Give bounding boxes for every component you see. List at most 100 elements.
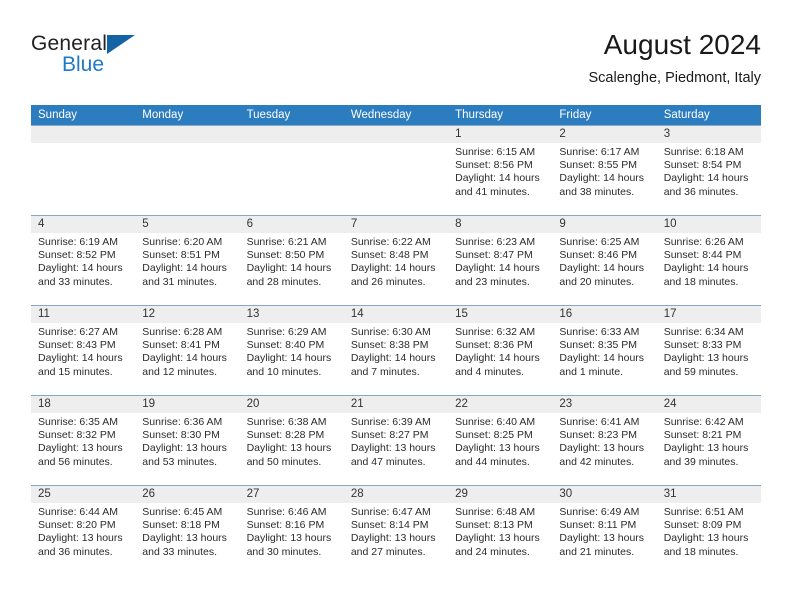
calendar-day-cell[interactable]: 10 Sunrise: 6:26 AM Sunset: 8:44 PM Dayl… [656,216,761,305]
daylight-text-line1: Daylight: 13 hours [350,442,436,455]
calendar-day-cell[interactable]: 12 Sunrise: 6:28 AM Sunset: 8:41 PM Dayl… [135,306,240,395]
daylight-text-line2: and 38 minutes. [559,185,635,198]
calendar-day-cell[interactable]: 7 Sunrise: 6:22 AM Sunset: 8:48 PM Dayli… [343,216,449,305]
calendar-day-cell[interactable]: 22 Sunrise: 6:40 AM Sunset: 8:25 PM Dayl… [448,396,553,485]
calendar-day-cell[interactable]: 9 Sunrise: 6:25 AM Sunset: 8:46 PM Dayli… [552,216,657,305]
daylight-text-line2: and 47 minutes. [350,455,426,468]
day-number-band: 17 [656,306,761,323]
calendar-day-cell[interactable]: 16 Sunrise: 6:33 AM Sunset: 8:35 PM Dayl… [552,306,657,395]
daylight-text-line1: Daylight: 13 hours [455,442,540,455]
calendar-page: General Blue August 2024 Scalenghe, Pied… [0,0,792,612]
day-details: Sunrise: 6:32 AM Sunset: 8:36 PM Dayligh… [448,323,552,379]
day-number: 22 [455,398,468,410]
calendar-day-cell[interactable] [343,126,449,215]
day-number-band: 22 [448,396,553,413]
daylight-text-line2: and 15 minutes. [38,365,113,378]
sunset-text: Sunset: 8:21 PM [663,429,742,442]
calendar-day-cell[interactable]: 4 Sunrise: 6:19 AM Sunset: 8:52 PM Dayli… [31,216,136,305]
day-number: 25 [38,488,51,500]
day-number-band: 12 [135,306,240,323]
day-number: 8 [455,218,462,230]
day-details [31,143,135,146]
calendar-day-cell[interactable]: 19 Sunrise: 6:36 AM Sunset: 8:30 PM Dayl… [135,396,240,485]
sunset-text: Sunset: 8:20 PM [38,519,116,532]
daylight-text-line2: and 12 minutes. [142,365,217,378]
daylight-text-line1: Daylight: 14 hours [246,352,332,365]
sunrise-text: Sunrise: 6:47 AM [350,506,431,518]
calendar-day-cell[interactable] [239,126,344,215]
daylight-text-line2: and 59 minutes. [663,365,739,378]
daylight-text-line1: Daylight: 13 hours [350,532,436,545]
sunset-text: Sunset: 8:36 PM [455,339,533,352]
calendar-day-cell[interactable]: 23 Sunrise: 6:41 AM Sunset: 8:23 PM Dayl… [552,396,657,485]
day-number-band: 24 [656,396,761,413]
calendar-day-cell[interactable]: 15 Sunrise: 6:32 AM Sunset: 8:36 PM Dayl… [448,306,553,395]
day-number: 18 [38,398,51,410]
day-number: 5 [142,218,149,230]
day-details: Sunrise: 6:36 AM Sunset: 8:30 PM Dayligh… [135,413,239,469]
weekday-header-sunday: Sunday [38,109,78,121]
calendar-day-cell[interactable]: 3 Sunrise: 6:18 AM Sunset: 8:54 PM Dayli… [656,126,761,215]
calendar-day-cell[interactable]: 14 Sunrise: 6:30 AM Sunset: 8:38 PM Dayl… [343,306,449,395]
sunrise-text: Sunrise: 6:40 AM [455,416,536,428]
day-details: Sunrise: 6:45 AM Sunset: 8:18 PM Dayligh… [135,503,239,559]
daylight-text-line1: Daylight: 13 hours [142,532,227,545]
daylight-text-line1: Daylight: 13 hours [38,532,123,545]
daylight-text-line2: and 10 minutes. [246,365,322,378]
daylight-text-line2: and 41 minutes. [455,185,530,198]
daylight-text-line2: and 24 minutes. [455,545,530,558]
calendar-day-cell[interactable]: 24 Sunrise: 6:42 AM Sunset: 8:21 PM Dayl… [656,396,761,485]
calendar-day-cell[interactable]: 21 Sunrise: 6:39 AM Sunset: 8:27 PM Dayl… [343,396,449,485]
calendar-day-cell[interactable]: 25 Sunrise: 6:44 AM Sunset: 8:20 PM Dayl… [31,486,136,575]
daylight-text-line1: Daylight: 14 hours [559,172,645,185]
calendar-day-cell[interactable]: 2 Sunrise: 6:17 AM Sunset: 8:55 PM Dayli… [552,126,657,215]
calendar-day-cell[interactable]: 20 Sunrise: 6:38 AM Sunset: 8:28 PM Dayl… [239,396,344,485]
day-number-band: 19 [135,396,240,413]
calendar-day-cell[interactable] [31,126,136,215]
day-number-band [239,126,344,143]
sunrise-text: Sunrise: 6:26 AM [663,236,744,248]
day-number-band [135,126,240,143]
calendar-day-cell[interactable]: 26 Sunrise: 6:45 AM Sunset: 8:18 PM Dayl… [135,486,240,575]
calendar-day-cell[interactable]: 30 Sunrise: 6:49 AM Sunset: 8:11 PM Dayl… [552,486,657,575]
daylight-text-line1: Daylight: 14 hours [350,352,436,365]
sunrise-text: Sunrise: 6:21 AM [246,236,327,248]
sunset-text: Sunset: 8:18 PM [142,519,220,532]
day-details: Sunrise: 6:49 AM Sunset: 8:11 PM Dayligh… [552,503,656,559]
day-number-band: 14 [343,306,449,323]
day-number: 26 [142,488,156,500]
calendar-day-cell[interactable]: 31 Sunrise: 6:51 AM Sunset: 8:09 PM Dayl… [656,486,761,575]
calendar-day-cell[interactable]: 11 Sunrise: 6:27 AM Sunset: 8:43 PM Dayl… [31,306,136,395]
calendar-day-cell[interactable]: 27 Sunrise: 6:46 AM Sunset: 8:16 PM Dayl… [239,486,344,575]
day-number-band: 1 [448,126,553,143]
calendar-day-cell[interactable]: 8 Sunrise: 6:23 AM Sunset: 8:47 PM Dayli… [448,216,553,305]
day-number-band: 4 [31,216,136,233]
sunset-text: Sunset: 8:52 PM [38,249,116,262]
daylight-text-line2: and 28 minutes. [246,275,322,288]
day-number-band: 3 [656,126,761,143]
day-details: Sunrise: 6:19 AM Sunset: 8:52 PM Dayligh… [31,233,135,289]
calendar-day-cell[interactable]: 13 Sunrise: 6:29 AM Sunset: 8:40 PM Dayl… [239,306,344,395]
day-details: Sunrise: 6:20 AM Sunset: 8:51 PM Dayligh… [135,233,239,289]
calendar-day-cell[interactable]: 1 Sunrise: 6:15 AM Sunset: 8:56 PM Dayli… [448,126,553,215]
day-number-band: 26 [135,486,240,503]
day-number: 16 [559,308,573,320]
day-number-band: 16 [552,306,657,323]
calendar-day-cell[interactable]: 17 Sunrise: 6:34 AM Sunset: 8:33 PM Dayl… [656,306,761,395]
day-number: 31 [663,488,677,500]
sunrise-text: Sunrise: 6:46 AM [246,506,327,518]
daylight-text-line2: and 39 minutes. [663,455,739,468]
calendar-day-cell[interactable]: 18 Sunrise: 6:35 AM Sunset: 8:32 PM Dayl… [31,396,136,485]
calendar-day-cell[interactable]: 5 Sunrise: 6:20 AM Sunset: 8:51 PM Dayli… [135,216,240,305]
calendar-day-cell[interactable] [135,126,240,215]
sunset-text: Sunset: 8:51 PM [142,249,220,262]
calendar-day-cell[interactable]: 6 Sunrise: 6:21 AM Sunset: 8:50 PM Dayli… [239,216,344,305]
brand-logo[interactable]: General Blue [31,32,211,90]
daylight-text-line1: Daylight: 14 hours [246,262,332,275]
sunrise-text: Sunrise: 6:15 AM [455,146,536,158]
calendar-day-cell[interactable]: 29 Sunrise: 6:48 AM Sunset: 8:13 PM Dayl… [448,486,553,575]
daylight-text-line2: and 30 minutes. [246,545,322,558]
day-details: Sunrise: 6:42 AM Sunset: 8:21 PM Dayligh… [657,413,761,469]
calendar-day-cell[interactable]: 28 Sunrise: 6:47 AM Sunset: 8:14 PM Dayl… [343,486,449,575]
sunset-text: Sunset: 8:40 PM [246,339,325,352]
